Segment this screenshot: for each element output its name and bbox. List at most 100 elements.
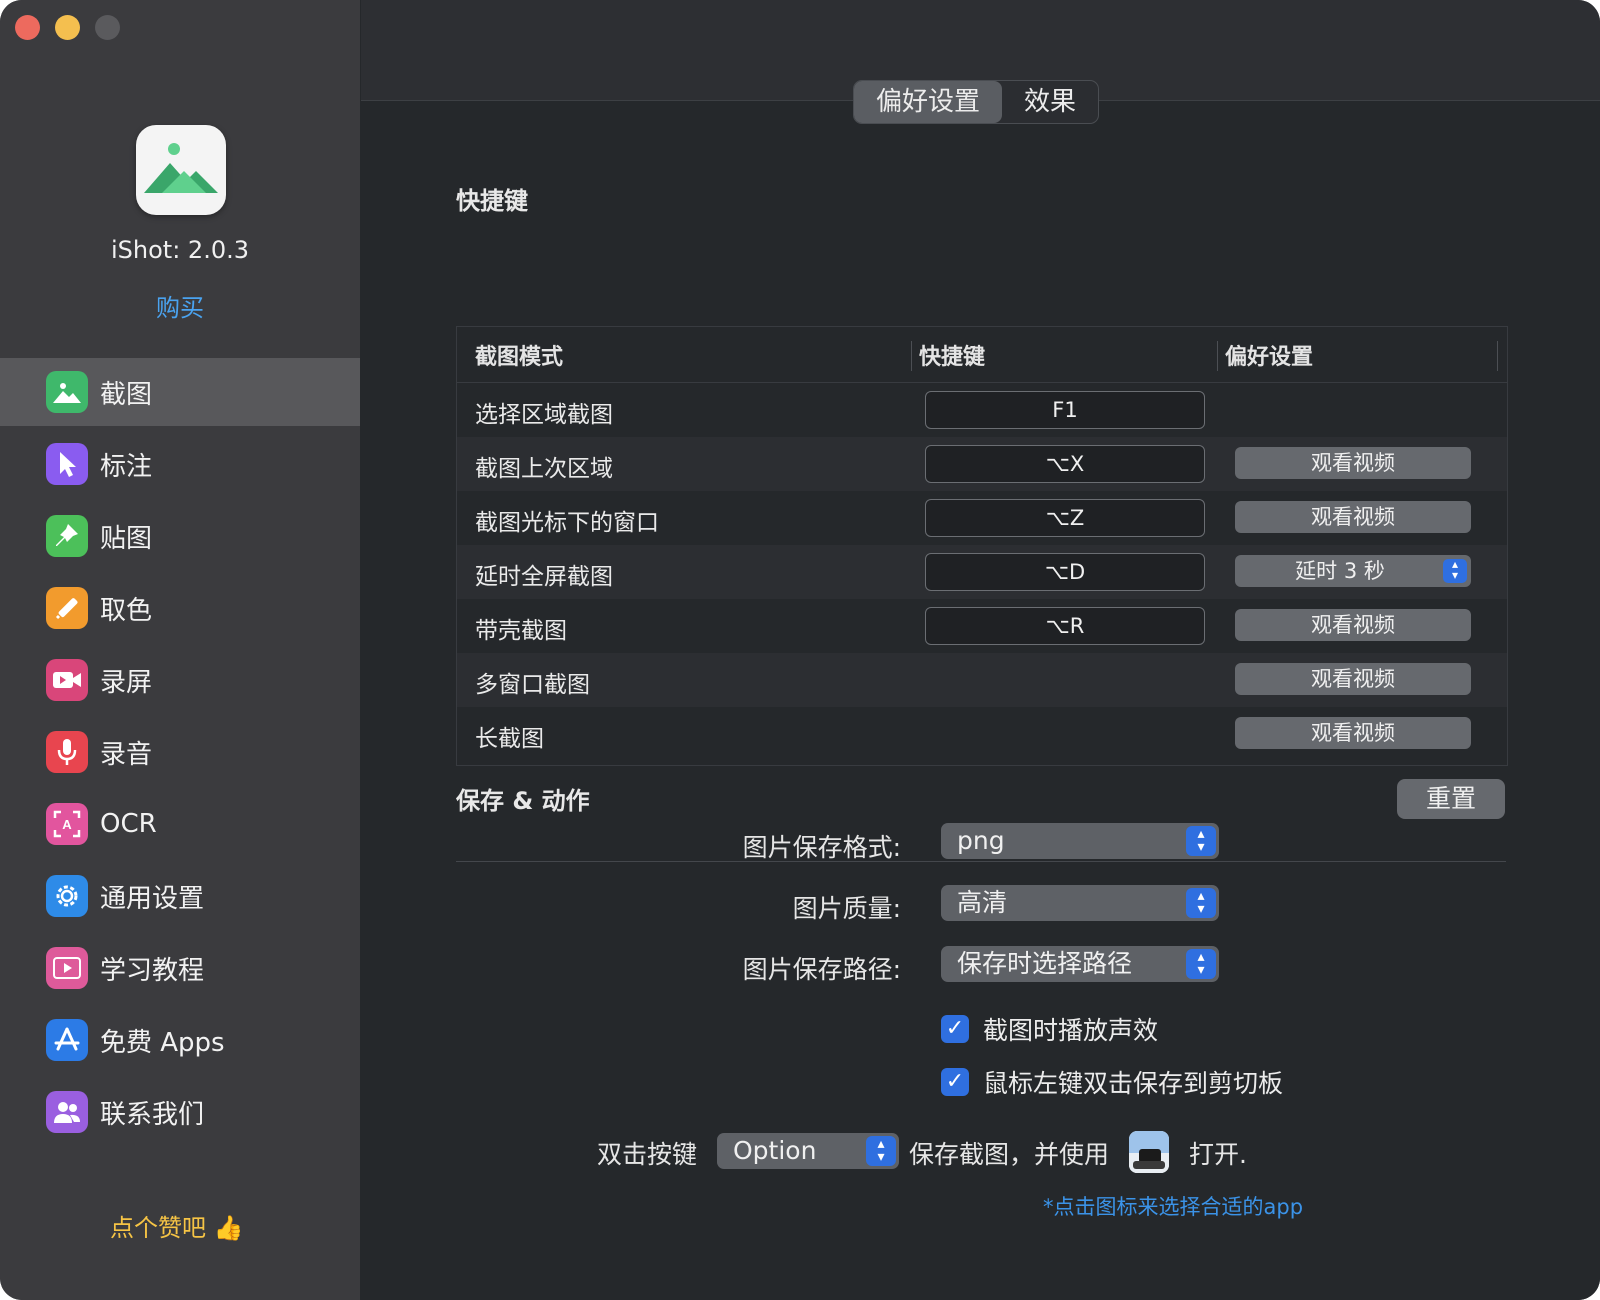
- zoom-window-button[interactable]: [95, 15, 120, 40]
- sidebar-item-label: 通用设置: [100, 883, 205, 914]
- buy-link[interactable]: 购买: [0, 288, 360, 323]
- shortcuts-section-title: 快捷键: [456, 187, 528, 215]
- checkmark-icon[interactable]: ✓: [941, 1068, 969, 1096]
- column-separator: [911, 341, 912, 371]
- microphone-icon: [46, 731, 88, 773]
- clipboard-checkbox-row[interactable]: ✓ 鼠标左键双击保存到剪切板: [941, 1064, 1283, 1100]
- quality-select-value: 高清: [957, 888, 1008, 917]
- save-path-select[interactable]: 保存时选择路径 ▴ ▾: [941, 946, 1219, 982]
- sidebar-item-ocr[interactable]: A OCR: [0, 790, 360, 858]
- app-logo-icon: [136, 125, 226, 215]
- sound-checkbox-label: 截图时播放声效: [983, 1016, 1159, 1045]
- select-stepper-icon: ▴ ▾: [866, 1136, 896, 1166]
- sound-checkbox-row[interactable]: ✓ 截图时播放声效: [941, 1011, 1158, 1047]
- column-header-shortcut: 快捷键: [919, 344, 986, 370]
- minimize-window-button[interactable]: [55, 15, 80, 40]
- sidebar-item-annotate[interactable]: 标注: [0, 430, 360, 498]
- sidebar-item-general-settings[interactable]: 通用设置: [0, 862, 360, 930]
- sidebar-item-contact-us[interactable]: 联系我们: [0, 1078, 360, 1146]
- select-stepper-icon: ▴ ▾: [1443, 558, 1467, 583]
- watch-video-button[interactable]: 观看视频: [1235, 501, 1471, 533]
- tutorial-video-icon: [46, 947, 88, 989]
- sidebar-item-audio-record[interactable]: 录音: [0, 718, 360, 786]
- double-click-key-select[interactable]: Option ▴ ▾: [717, 1133, 899, 1169]
- save-and-open-text: 保存截图，并使用: [909, 1140, 1110, 1169]
- delay-select-value: 延时 3 秒: [1295, 559, 1385, 583]
- format-select[interactable]: png ▴ ▾: [941, 823, 1219, 859]
- svg-text:A: A: [62, 817, 72, 832]
- sidebar: iShot: 2.0.3 购买 截图 标注 贴图 取色 录屏 录音 A OCR …: [0, 0, 360, 1300]
- sidebar-item-screenshot[interactable]: 截图: [0, 358, 360, 426]
- preferences-panel: 快捷键 截图模式 快捷键 偏好设置 选择区域截图 F1 截图上次区域 ⌥X 观看…: [361, 100, 1600, 1300]
- select-stepper-icon: ▴ ▾: [1186, 949, 1216, 979]
- app-version: iShot: 2.0.3: [111, 236, 249, 264]
- sidebar-item-label: 录音: [100, 739, 153, 770]
- quality-select[interactable]: 高清 ▴ ▾: [941, 885, 1219, 921]
- capture-mode-label: 截图光标下的窗口: [475, 510, 659, 536]
- annotate-cursor-icon: [46, 443, 88, 485]
- shortcut-recorder-field[interactable]: F1: [925, 391, 1205, 429]
- watch-video-button[interactable]: 观看视频: [1235, 717, 1471, 749]
- open-with-app-icon[interactable]: [1129, 1131, 1169, 1173]
- table-header: 截图模式 快捷键 偏好设置: [457, 327, 1507, 383]
- sidebar-item-screen-record[interactable]: 录屏: [0, 646, 360, 714]
- shortcut-recorder-field[interactable]: ⌥R: [925, 607, 1205, 645]
- top-tab-switcher: 偏好设置 效果: [853, 80, 1100, 124]
- color-picker-icon: [46, 587, 88, 629]
- watch-video-button[interactable]: 观看视频: [1235, 447, 1471, 479]
- window-controls: [15, 15, 120, 40]
- watch-video-button[interactable]: 观看视频: [1235, 663, 1471, 695]
- sidebar-item-label: 贴图: [100, 523, 153, 554]
- table-row: 选择区域截图 F1: [457, 383, 1507, 437]
- delay-select[interactable]: 延时 3 秒 ▴ ▾: [1235, 555, 1471, 587]
- column-header-mode: 截图模式: [475, 344, 564, 370]
- like-link[interactable]: 点个赞吧 👍: [110, 1208, 244, 1243]
- format-select-value: png: [957, 826, 1005, 855]
- table-row: 带壳截图 ⌥R 观看视频: [457, 599, 1507, 653]
- sidebar-item-label: OCR: [100, 809, 157, 839]
- shortcut-recorder-field[interactable]: ⌥D: [925, 553, 1205, 591]
- table-row: 延时全屏截图 ⌥D 延时 3 秒 ▴ ▾: [457, 545, 1507, 599]
- sidebar-item-label: 取色: [100, 595, 153, 626]
- watch-video-button[interactable]: 观看视频: [1235, 609, 1471, 641]
- table-row: 长截图 观看视频: [457, 707, 1507, 761]
- sidebar-item-color-picker[interactable]: 取色: [0, 574, 360, 642]
- reset-button[interactable]: 重置: [1397, 779, 1505, 819]
- column-separator: [1217, 341, 1218, 371]
- format-label: 图片保存格式:: [742, 833, 901, 862]
- sidebar-item-label: 联系我们: [100, 1099, 205, 1130]
- tab-preferences[interactable]: 偏好设置: [854, 81, 1003, 123]
- sidebar-item-pin[interactable]: 贴图: [0, 502, 360, 570]
- capture-mode-label: 截图上次区域: [475, 456, 613, 482]
- contacts-icon: [46, 1091, 88, 1133]
- shortcuts-table: 截图模式 快捷键 偏好设置 选择区域截图 F1 截图上次区域 ⌥X 观看视频 截…: [456, 326, 1508, 766]
- select-stepper-icon: ▴ ▾: [1186, 888, 1216, 918]
- capture-mode-label: 延时全屏截图: [475, 564, 613, 590]
- app-store-icon: [46, 1019, 88, 1061]
- checkmark-icon[interactable]: ✓: [941, 1015, 969, 1043]
- capture-mode-label: 选择区域截图: [475, 402, 613, 428]
- tab-effects[interactable]: 效果: [1002, 81, 1098, 123]
- shortcut-recorder-field[interactable]: ⌥X: [925, 445, 1205, 483]
- sidebar-nav: 截图 标注 贴图 取色 录屏 录音 A OCR 通用设置 学习教程 免费 App…: [0, 358, 360, 1150]
- screen-record-icon: [46, 659, 88, 701]
- sidebar-item-label: 学习教程: [100, 955, 205, 986]
- column-header-preference: 偏好设置: [1225, 344, 1314, 370]
- main-area: 快捷键 截图模式 快捷键 偏好设置 选择区域截图 F1 截图上次区域 ⌥X 观看…: [361, 0, 1600, 1300]
- clipboard-checkbox-label: 鼠标左键双击保存到剪切板: [983, 1069, 1284, 1098]
- sidebar-item-free-apps[interactable]: 免费 Apps: [0, 1006, 360, 1074]
- capture-mode-label: 多窗口截图: [475, 672, 590, 698]
- double-click-key-value: Option: [733, 1136, 817, 1165]
- sidebar-item-label: 免费 Apps: [100, 1027, 225, 1058]
- app-window: iShot: 2.0.3 购买 截图 标注 贴图 取色 录屏 录音 A OCR …: [0, 0, 1600, 1300]
- shortcut-recorder-field[interactable]: ⌥Z: [925, 499, 1205, 537]
- select-stepper-icon: ▴ ▾: [1186, 826, 1216, 856]
- sidebar-item-label: 录屏: [100, 667, 153, 698]
- ocr-icon: A: [46, 803, 88, 845]
- capture-mode-label: 长截图: [475, 726, 544, 752]
- save-section-title: 保存 & 动作: [456, 787, 590, 815]
- close-window-button[interactable]: [15, 15, 40, 40]
- gear-icon: [46, 875, 88, 917]
- capture-mode-label: 带壳截图: [475, 618, 567, 644]
- sidebar-item-tutorials[interactable]: 学习教程: [0, 934, 360, 1002]
